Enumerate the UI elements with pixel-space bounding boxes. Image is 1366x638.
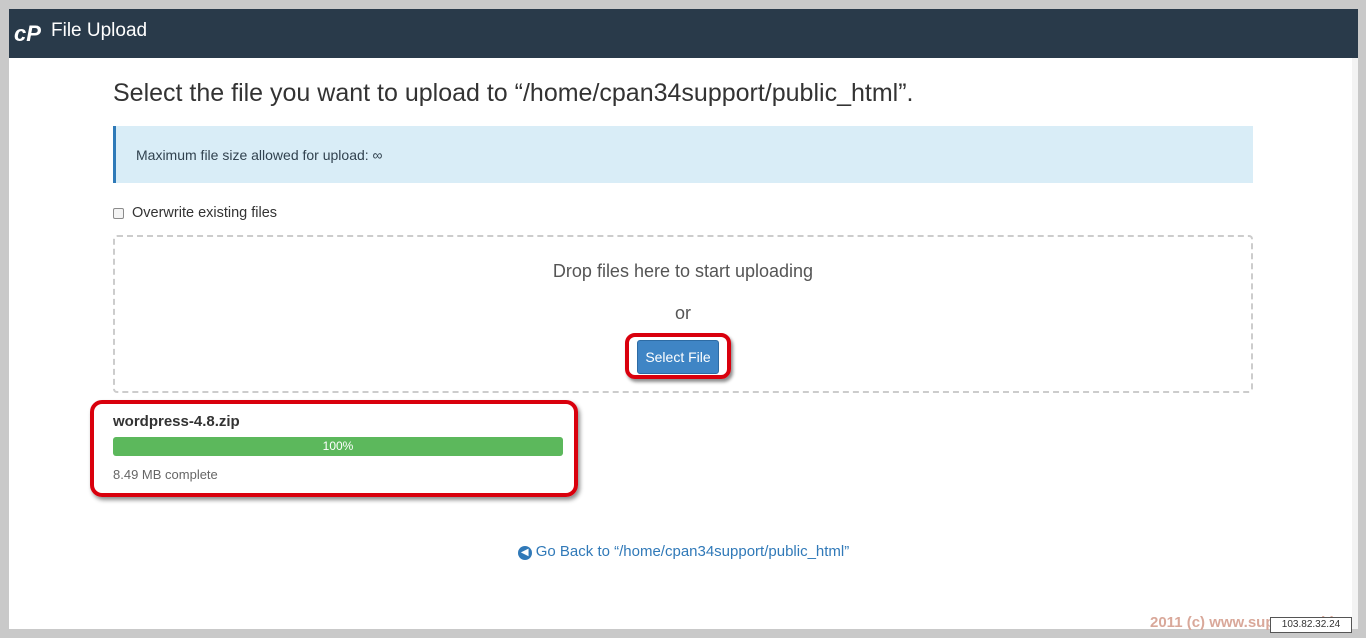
- top-bar: cP File Upload: [9, 9, 1358, 58]
- overwrite-label: Overwrite existing files: [132, 205, 278, 221]
- scrollbar[interactable]: [1352, 58, 1358, 629]
- alert-text: Maximum file size allowed for upload: ∞: [136, 147, 383, 163]
- or-separator: or: [674, 303, 691, 323]
- app-title: File Upload: [51, 20, 148, 41]
- upload-progress-bar: 100%: [113, 437, 563, 456]
- uploaded-file-name: wordpress-4.8.zip: [113, 413, 240, 430]
- upload-status-text: 8.49 MB complete: [113, 467, 218, 482]
- ip-address-box: 103.82.32.24: [1270, 617, 1352, 633]
- overwrite-checkbox[interactable]: [113, 207, 124, 219]
- go-back-label: Go Back to “/home/cpan34support/public_h…: [535, 543, 850, 560]
- select-file-button[interactable]: Select File: [637, 340, 719, 374]
- svg-text:cP: cP: [14, 21, 41, 45]
- overwrite-option[interactable]: Overwrite existing files: [113, 205, 277, 221]
- cpanel-logo-icon: cP: [14, 21, 41, 45]
- progress-label: 100%: [322, 439, 354, 453]
- arrow-circle-left-icon: ◀: [517, 546, 532, 560]
- select-file-highlight: Select File: [625, 333, 731, 379]
- browser-viewport: cP File Upload Select the file you want …: [9, 9, 1358, 629]
- max-size-alert: Maximum file size allowed for upload: ∞: [113, 126, 1253, 183]
- go-back-link[interactable]: ◀ Go Back to “/home/cpan34support/public_…: [9, 543, 1358, 560]
- drop-text: Drop files here to start uploading: [552, 261, 814, 281]
- drop-zone[interactable]: Drop files here to start uploading or Se…: [113, 235, 1253, 393]
- page-heading: Select the file you want to upload to “/…: [113, 79, 914, 107]
